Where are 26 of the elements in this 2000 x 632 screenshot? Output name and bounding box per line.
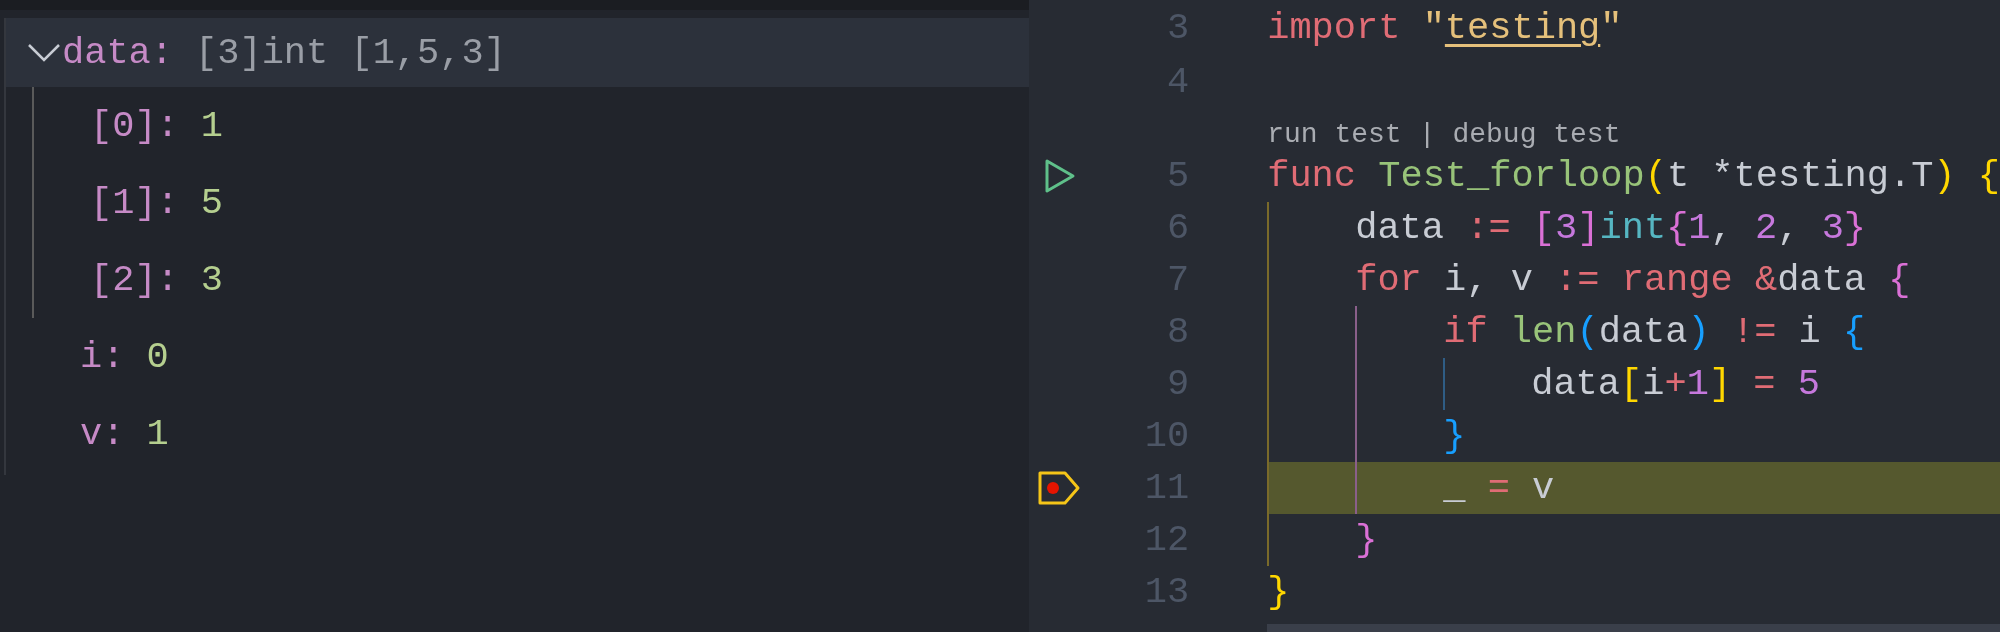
variable-row[interactable]: data: [3]int [1,5,3] <box>6 18 1030 87</box>
code-line: data := [3]int{1, 2, 3} <box>1355 207 1867 249</box>
variable-value: 5 <box>200 181 224 224</box>
variable-value: [3]int [1,5,3] <box>195 31 506 74</box>
code-line: } <box>1355 519 1378 561</box>
code-line: import "testing" <box>1267 7 1623 49</box>
code-line: if len(data) != i { <box>1443 311 1866 353</box>
separator: | <box>1418 119 1436 150</box>
variable-name: i: <box>80 335 125 378</box>
variable-name: v: <box>80 412 125 455</box>
code-line: } <box>1443 415 1466 457</box>
variable-name: data: <box>62 31 174 74</box>
variable-value: 0 <box>146 335 169 378</box>
variable-name: [2]: <box>90 258 179 301</box>
code-line: } <box>1267 571 1290 613</box>
code-line: data[i+1] = 5 <box>1531 363 1820 405</box>
variable-value: 3 <box>200 258 224 301</box>
variable-name: [1]: <box>90 181 179 224</box>
code-line: func Test_forloop(t *testing.T) { <box>1267 155 2000 197</box>
code-line: for i, v := range &data { <box>1355 259 1911 301</box>
code-line: _ = v <box>1443 467 1555 509</box>
codelens-link[interactable]: debug test <box>1452 119 1621 150</box>
variable-name: [0]: <box>90 104 179 147</box>
codelens-link[interactable]: run test <box>1267 119 1402 150</box>
variable-value: 1 <box>200 104 224 147</box>
variable-value: 1 <box>146 412 169 455</box>
